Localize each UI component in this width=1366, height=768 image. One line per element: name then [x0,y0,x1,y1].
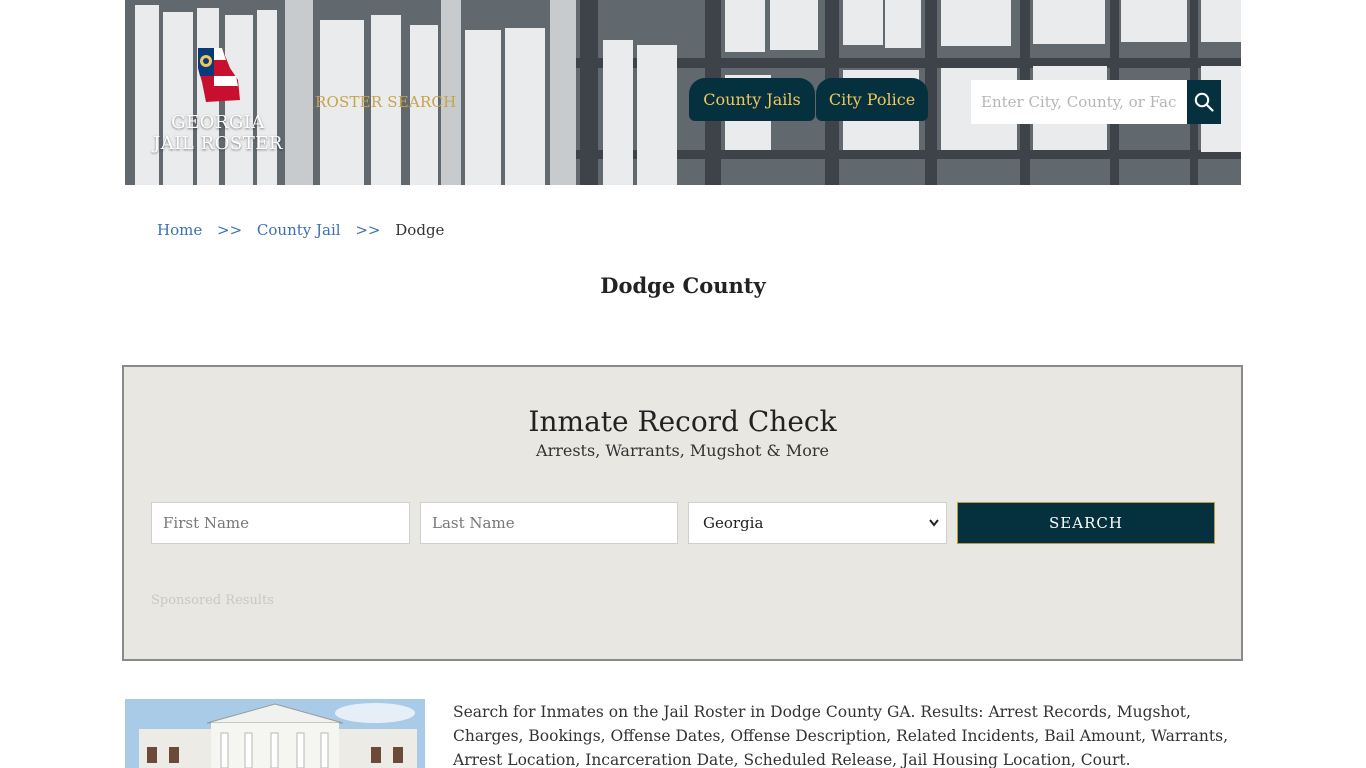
logo-line-georgia: GEORGIA [171,112,265,133]
header-banner: GEORGIA JAIL ROSTER ROSTER SEARCH County … [125,0,1241,185]
roster-search-link[interactable]: ROSTER SEARCH [315,93,456,111]
page-title: Dodge County [600,273,766,298]
county-description: Search for Inmates on the Jail Roster in… [453,703,1228,768]
first-name-input[interactable] [151,502,410,544]
search-icon [1194,92,1214,112]
chevron-down-icon [929,519,939,527]
inmate-search-button[interactable]: SEARCH [957,502,1215,544]
breadcrumb-home[interactable]: Home [157,221,202,239]
breadcrumb-separator: >> [217,221,243,239]
breadcrumb-county-jail[interactable]: County Jail [257,221,341,239]
courthouse-image [125,699,425,768]
panel-title: Inmate Record Check [528,405,837,438]
site-logo[interactable]: GEORGIA JAIL ROSTER [153,46,283,166]
breadcrumb-current: Dodge [395,221,445,239]
inmate-record-check-panel: Inmate Record Check Arrests, Warrants, M… [122,365,1243,661]
sponsored-results-label: Sponsored Results [151,593,274,608]
logo-text: GEORGIA JAIL ROSTER [153,112,283,154]
facility-search-input[interactable] [971,80,1187,124]
panel-subtitle: Arrests, Warrants, Mugshot & More [536,441,829,460]
nav-city-police[interactable]: City Police [816,78,928,121]
search-button[interactable] [1187,80,1221,124]
nav-county-jails[interactable]: County Jails [689,78,815,121]
breadcrumb-separator: >> [355,221,381,239]
state-select-value: Georgia [703,514,764,532]
state-select[interactable]: Georgia [688,502,947,544]
logo-line-jail-roster: JAIL ROSTER [153,133,283,154]
last-name-input[interactable] [420,502,678,544]
georgia-map-icon [198,48,240,102]
breadcrumb: Home >> County Jail >> Dodge [157,221,444,239]
